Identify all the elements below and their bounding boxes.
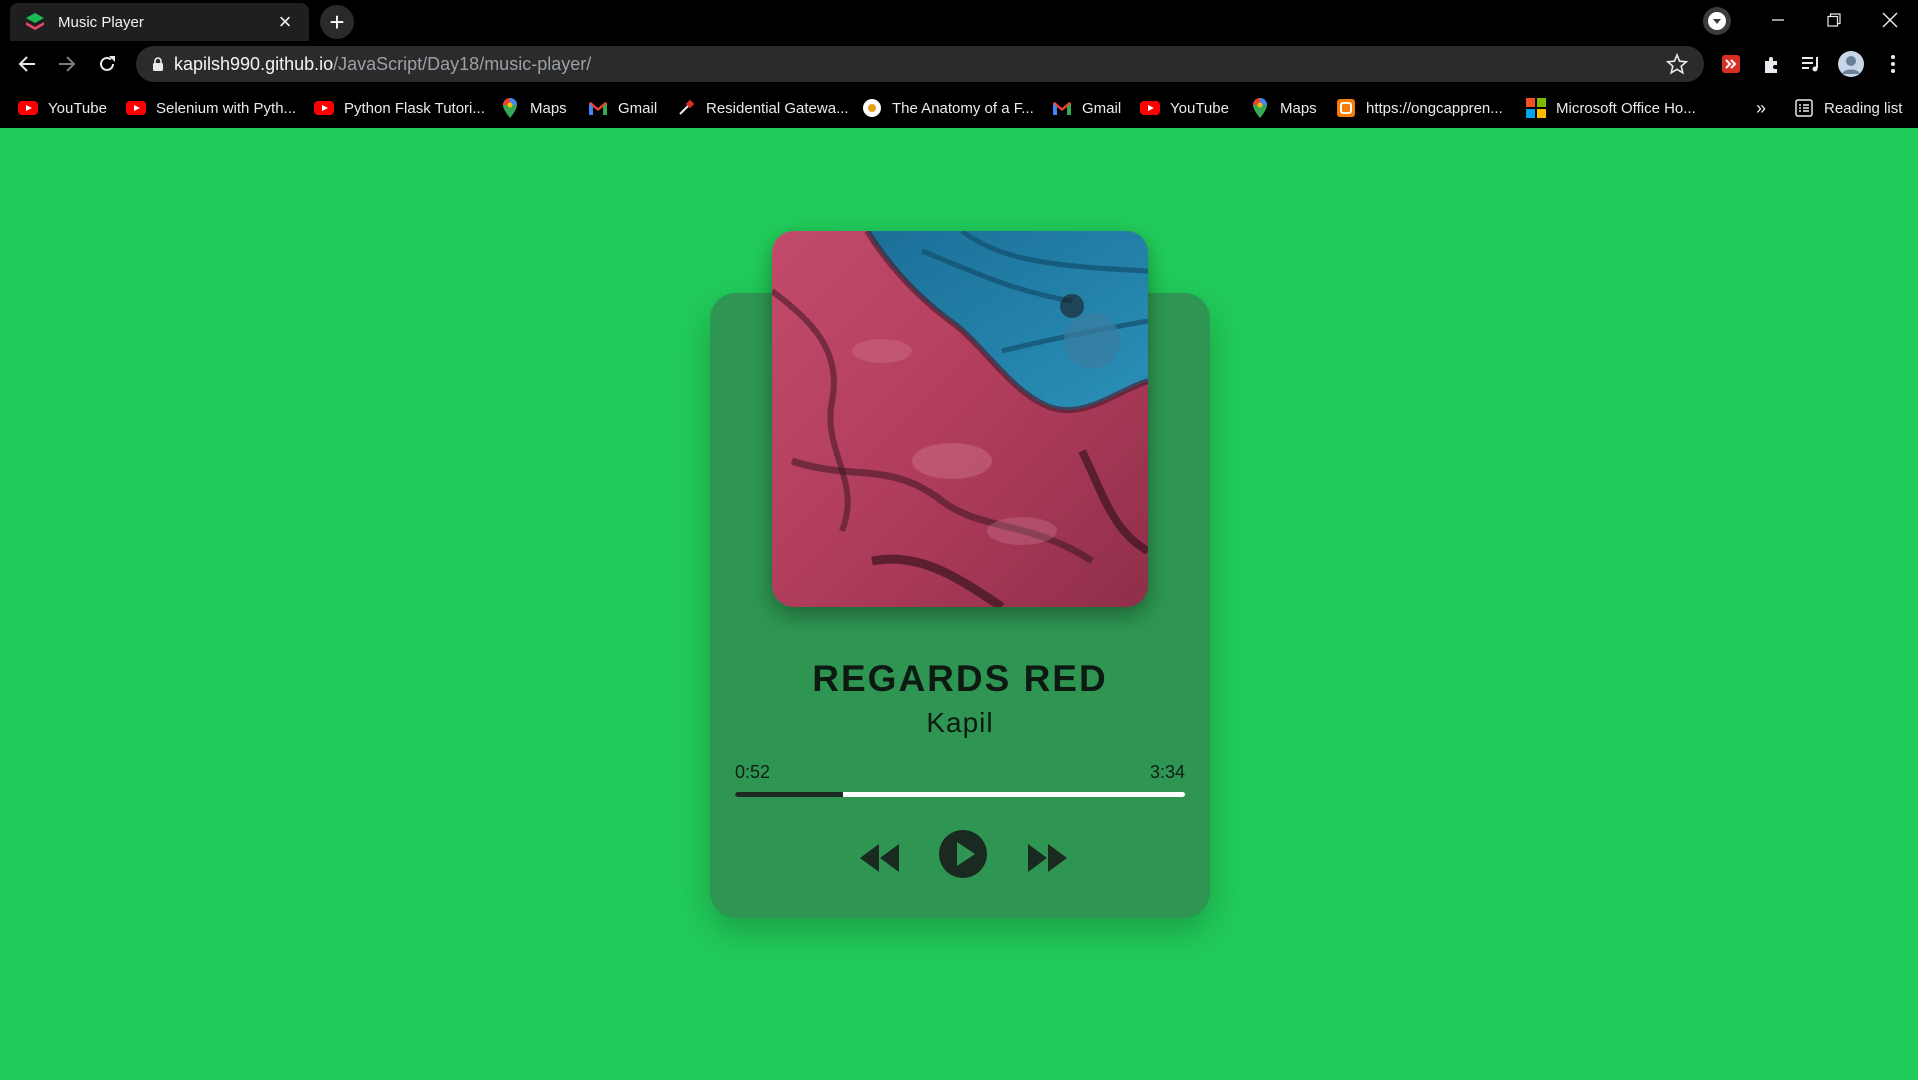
previous-button[interactable] xyxy=(855,838,905,878)
bookmark-label: Gmail xyxy=(618,99,658,117)
close-window-icon[interactable] xyxy=(1862,0,1918,40)
reload-icon[interactable] xyxy=(90,47,124,81)
bookmark-label: Selenium with Pyth... xyxy=(156,99,297,117)
bookmark-label: Maps xyxy=(1280,99,1317,117)
tab-music-player[interactable]: Music Player × xyxy=(10,3,309,41)
play-button[interactable] xyxy=(935,826,991,882)
maps-pin-icon xyxy=(1250,98,1270,118)
bookmark-item[interactable]: Python Flask Tutori... xyxy=(314,94,485,122)
play-icon xyxy=(939,830,987,878)
song-title: REGARDS RED xyxy=(812,658,1108,699)
bookmark-item[interactable]: Maps xyxy=(500,94,567,122)
reading-list-label: Reading list xyxy=(1824,99,1903,117)
browser-toolbar: kapilsh990.github.io/JavaScript/Day18/mu… xyxy=(0,41,1918,88)
bookmark-star-icon[interactable] xyxy=(1666,53,1688,75)
rewind-icon xyxy=(860,844,899,872)
bookmarks-overflow-button[interactable]: » xyxy=(1756,94,1766,122)
forward-arrow-icon[interactable] xyxy=(50,47,84,81)
url-host: kapilsh990.github.io xyxy=(174,53,334,74)
bookmark-item[interactable]: Microsoft Office Ho... xyxy=(1526,94,1696,122)
microsoft-icon xyxy=(1526,98,1546,118)
gmail-icon xyxy=(588,98,608,118)
bookmark-item[interactable]: Residential Gatewa... xyxy=(676,94,849,122)
bookmark-label: Gmail xyxy=(1082,99,1122,117)
circle-logo-icon xyxy=(862,98,882,118)
bookmark-label: The Anatomy of a F... xyxy=(892,99,1034,117)
bookmark-label: Residential Gatewa... xyxy=(706,99,849,117)
bookmark-label: YouTube xyxy=(48,99,107,117)
youtube-icon xyxy=(314,98,334,118)
youtube-icon xyxy=(126,98,146,118)
tool-icon xyxy=(676,98,696,118)
tab-title: Music Player xyxy=(58,13,144,31)
back-arrow-icon[interactable] xyxy=(10,47,44,81)
url-text: kapilsh990.github.io/JavaScript/Day18/mu… xyxy=(174,54,591,75)
extensions-puzzle-icon[interactable] xyxy=(1757,49,1787,79)
bookmark-item[interactable]: Selenium with Pyth... xyxy=(126,94,296,122)
bookmark-label: Microsoft Office Ho... xyxy=(1556,99,1696,117)
reading-list-button[interactable]: Reading list xyxy=(1794,94,1902,122)
bookmark-item[interactable]: Gmail xyxy=(588,94,657,122)
profile-avatar[interactable] xyxy=(1836,49,1866,79)
address-bar[interactable]: kapilsh990.github.io/JavaScript/Day18/mu… xyxy=(136,46,1704,82)
song-artist: Kapil xyxy=(926,707,994,738)
next-button[interactable] xyxy=(1023,838,1073,878)
more-menu-icon[interactable] xyxy=(1878,49,1908,79)
bookmark-item[interactable]: https://ongcappren... xyxy=(1336,94,1503,122)
tab-search-icon[interactable] xyxy=(1703,7,1731,35)
bookmark-label: Maps xyxy=(530,99,567,117)
youtube-icon xyxy=(1140,98,1160,118)
bookmark-label: https://ongcappren... xyxy=(1366,99,1503,117)
minimize-icon[interactable] xyxy=(1750,0,1806,40)
duration: 3:34 xyxy=(1149,762,1185,782)
new-tab-button[interactable]: + xyxy=(320,5,354,39)
media-control-icon[interactable] xyxy=(1796,49,1826,79)
current-time: 0:52 xyxy=(735,762,771,782)
tab-close-icon[interactable]: × xyxy=(275,11,295,33)
progress-fill xyxy=(735,792,843,797)
bookmark-item[interactable]: Gmail xyxy=(1052,94,1121,122)
bookmark-label: YouTube xyxy=(1170,99,1229,117)
bookmark-item[interactable]: YouTube xyxy=(18,94,107,122)
bookmark-item[interactable]: YouTube xyxy=(1140,94,1229,122)
youtube-icon xyxy=(18,98,38,118)
bookmark-label: Python Flask Tutori... xyxy=(344,99,485,117)
extension-red-icon[interactable] xyxy=(1716,49,1746,79)
tab-favicon-icon xyxy=(26,13,44,30)
orange-site-icon xyxy=(1336,98,1356,118)
gmail-icon xyxy=(1052,98,1072,118)
progress-bar[interactable] xyxy=(735,792,1185,797)
bookmark-item[interactable]: The Anatomy of a F... xyxy=(862,94,1034,122)
tab-strip: Music Player × + xyxy=(0,0,1918,41)
browser-chrome: Music Player × + kapilsh990.github.io/Ja… xyxy=(0,0,1918,128)
bookmarks-overflow-label: » xyxy=(1756,97,1767,118)
url-path: /JavaScript/Day18/music-player/ xyxy=(333,53,592,74)
maps-pin-icon xyxy=(500,98,520,118)
lock-icon xyxy=(153,56,163,71)
restore-icon[interactable] xyxy=(1806,0,1862,40)
fast-forward-icon xyxy=(1028,844,1067,872)
bookmarks-bar: YouTube Selenium with Pyth... Python Fla… xyxy=(0,88,1918,128)
reading-list-icon xyxy=(1794,98,1814,118)
album-cover-image xyxy=(772,231,1148,607)
bookmark-item[interactable]: Maps xyxy=(1250,94,1317,122)
